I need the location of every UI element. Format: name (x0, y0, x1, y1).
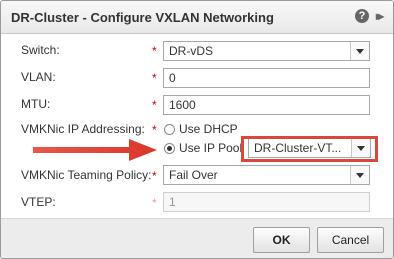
dialog-footer: OK Cancel (1, 218, 393, 258)
vtep-label: VTEP: (21, 195, 56, 209)
configure-vxlan-dialog: DR-Cluster - Configure VXLAN Networking … (0, 0, 394, 259)
switch-label: Switch: (21, 43, 60, 57)
required-marker: * (152, 44, 157, 58)
teaming-policy-value: Fail Over (169, 168, 218, 182)
switch-select[interactable]: DR-vDS (163, 41, 370, 61)
vlan-label: VLAN: (21, 70, 56, 84)
use-ip-pool-radio[interactable] (164, 143, 175, 154)
required-marker: * (152, 123, 157, 137)
required-marker: * (152, 71, 157, 85)
dialog-body: Switch: * DR-vDS VLAN: * 0 MTU: * 1600 V… (1, 34, 393, 218)
use-ip-pool-label[interactable]: Use IP Pool (179, 141, 242, 155)
vlan-input[interactable]: 0 (163, 68, 370, 88)
ok-button[interactable]: OK (253, 227, 310, 253)
use-dhcp-radio[interactable] (164, 124, 175, 135)
expand-icon[interactable]: ▸▸ (376, 9, 390, 23)
vtep-input[interactable]: 1 (163, 192, 370, 212)
mtu-value: 1600 (169, 98, 196, 112)
switch-value: DR-vDS (169, 44, 213, 58)
use-dhcp-label[interactable]: Use DHCP (179, 122, 238, 136)
chevron-down-icon[interactable] (350, 42, 369, 60)
required-marker: * (152, 98, 157, 112)
required-marker: * (152, 196, 157, 210)
vtep-value: 1 (169, 195, 176, 209)
dialog-titlebar: DR-Cluster - Configure VXLAN Networking … (1, 1, 393, 34)
vmknic-ip-label: VMKNic IP Addressing: (21, 122, 145, 136)
required-marker: * (152, 169, 157, 183)
mtu-input[interactable]: 1600 (163, 95, 370, 115)
ip-pool-highlight-box (241, 136, 378, 162)
chevron-down-icon[interactable] (350, 166, 369, 184)
help-icon[interactable]: ? (355, 9, 369, 23)
cancel-button[interactable]: Cancel (317, 227, 384, 253)
teaming-policy-label: VMKNic Teaming Policy: (21, 168, 152, 182)
dialog-title: DR-Cluster - Configure VXLAN Networking (11, 10, 274, 25)
mtu-label: MTU: (21, 97, 51, 111)
teaming-policy-select[interactable]: Fail Over (163, 165, 370, 185)
arrow-right-icon (33, 139, 157, 161)
vlan-value: 0 (169, 71, 176, 85)
